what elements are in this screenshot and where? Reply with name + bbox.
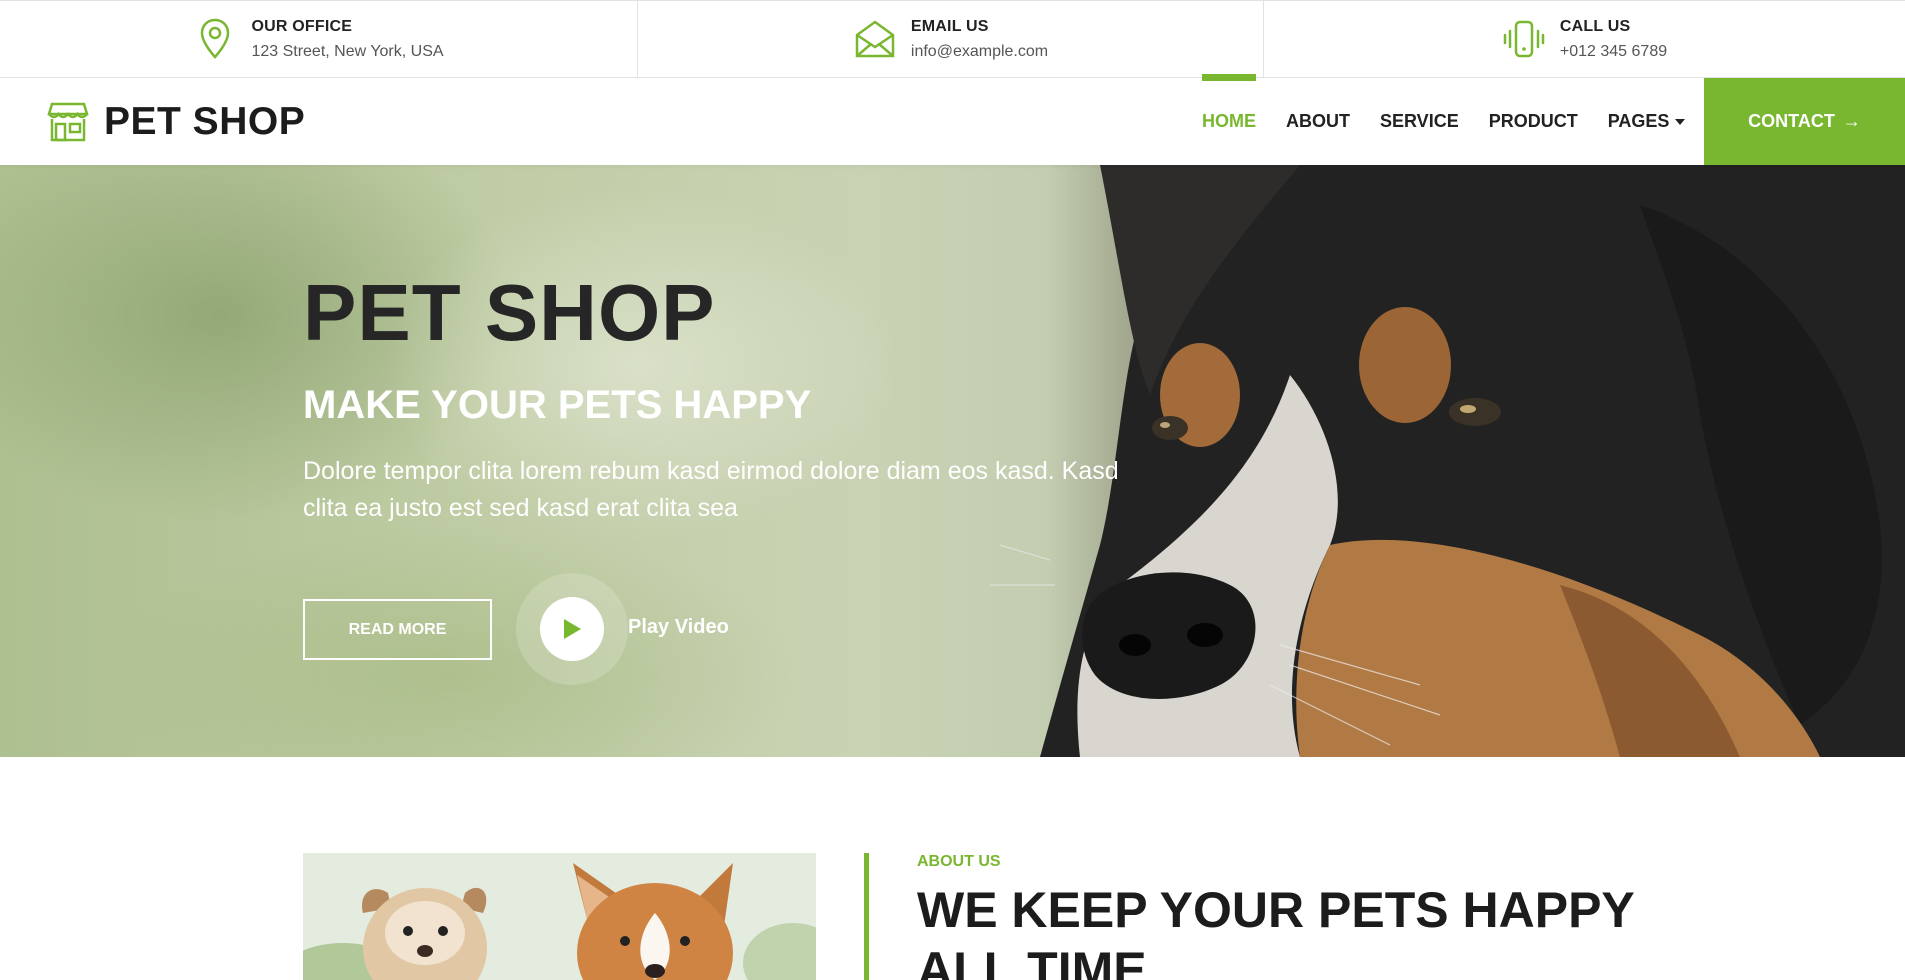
about-title: WE KEEP YOUR PETS HAPPY ALL TIME — [917, 882, 1634, 980]
email-title: EMAIL US — [910, 17, 989, 35]
play-icon — [564, 619, 581, 639]
nav-service[interactable]: SERVICE — [1380, 78, 1459, 165]
contact-button[interactable]: CONTACT → — [1704, 78, 1905, 165]
brand-logo[interactable]: PET SHOP — [46, 100, 305, 144]
nav-pages-dropdown[interactable]: PAGES — [1608, 78, 1686, 165]
email-address[interactable]: info@example.com — [911, 43, 1048, 61]
office-info: OUR OFFICE 123 Street, New York, USA — [0, 1, 638, 77]
play-circle — [540, 597, 604, 661]
map-pin-icon — [193, 17, 237, 61]
hero-carousel: PET SHOP MAKE YOUR PETS HAPPY Dolore tem… — [0, 165, 1905, 757]
hero-text: Dolore tempor clita lorem rebum kasd eir… — [303, 457, 1119, 522]
dogs-photo — [303, 853, 816, 980]
nav-home[interactable]: HOME — [1202, 74, 1256, 165]
nav-pages-label: PAGES — [1607, 111, 1670, 131]
nav-product[interactable]: PRODUCT — [1489, 78, 1578, 165]
about-kicker: ABOUT US — [917, 853, 1001, 870]
main-navbar: PET SHOP HOME ABOUT SERVICE PRODUCT PAGE… — [0, 74, 1905, 165]
phone-title: CALL US — [1559, 17, 1631, 35]
play-video-label[interactable]: Play Video — [628, 616, 729, 639]
phone-vibrate-icon — [1502, 17, 1546, 61]
play-video-button[interactable] — [516, 573, 628, 685]
office-address: 123 Street, New York, USA — [251, 42, 444, 60]
primary-nav: HOME ABOUT SERVICE PRODUCT PAGES — [1202, 74, 1715, 165]
about-accent-bar — [864, 853, 869, 980]
brand-name: PET SHOP — [104, 100, 306, 143]
phone-number[interactable]: +012 345 6789 — [1560, 43, 1667, 61]
hero-subtitle: MAKE YOUR PETS HAPPY — [303, 383, 812, 427]
top-info-bar: OUR OFFICE 123 Street, New York, USA EMA… — [0, 0, 1905, 78]
read-more-button[interactable]: READ MORE — [303, 599, 492, 660]
office-title: OUR OFFICE — [251, 17, 353, 35]
contact-label: CONTACT — [1748, 111, 1835, 131]
about-image-dogs — [303, 853, 816, 980]
nav-about[interactable]: ABOUT — [1286, 78, 1350, 165]
phone-info: CALL US +012 345 6789 — [1264, 1, 1905, 77]
email-info: EMAIL US info@example.com — [638, 1, 1264, 77]
arrow-right-icon: → — [1842, 111, 1861, 131]
caret-down-icon — [1675, 118, 1686, 125]
envelope-icon — [853, 17, 897, 61]
hero-title: PET SHOP — [303, 268, 716, 357]
shop-icon — [46, 100, 90, 144]
